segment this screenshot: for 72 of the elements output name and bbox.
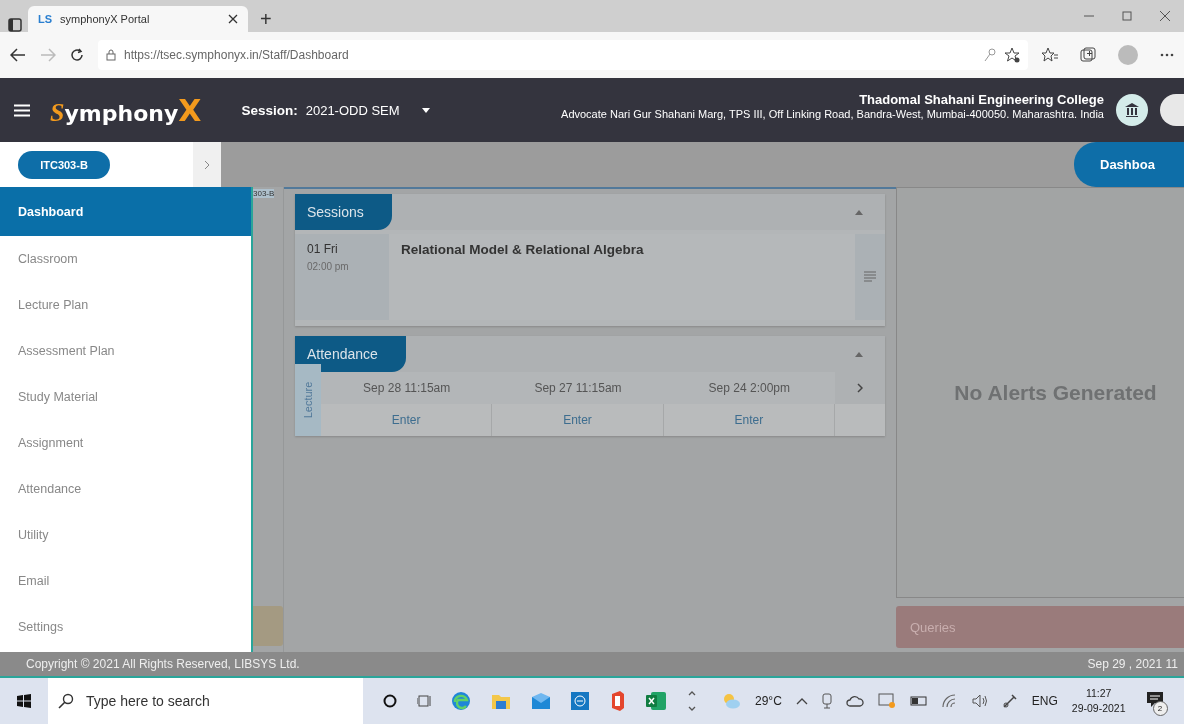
favorites-icon[interactable] [1042,47,1058,63]
collapse-caret-icon[interactable] [855,352,863,357]
clock-time: 11:27 [1085,686,1112,701]
dropdown-caret-icon[interactable] [421,107,430,113]
session-day: 01 Fri [307,242,377,256]
weather-icon [721,692,741,710]
meeting-icon[interactable] [821,693,832,709]
cortana-icon[interactable] [383,694,397,708]
enter-link[interactable]: Enter [663,404,835,436]
show-hidden-icons-icon[interactable] [795,697,808,705]
sidebar-item[interactable]: Dashboard [0,187,251,236]
spreadsheet-icon[interactable] [645,691,667,711]
refresh-icon[interactable] [70,48,84,62]
background-card [253,606,283,646]
enter-link[interactable]: Enter [492,404,664,436]
language-indicator[interactable]: ENG [1031,694,1058,708]
search-icon [58,693,74,709]
row-label: Lecture [295,364,321,436]
chevron-right-icon [204,159,210,170]
college-address: Advocate Nari Gur Shahani Marg, TPS III, Off Linking Road, Bandra-West, Mumbai-400050. Maharashtra. India [561,108,1104,120]
footer-date: Sep 29 , 2021 11 [1087,657,1178,671]
edge-browser-icon[interactable] [451,691,471,711]
clock-date: 29-09-2021 [1071,701,1126,716]
window-icon[interactable] [8,18,22,32]
app-tile-icon[interactable] [571,692,589,710]
collections-icon[interactable] [1080,47,1096,63]
attendance-date: Sep 28 11:15am [362,380,452,397]
card-title: Sessions [295,194,392,230]
back-icon[interactable] [10,48,26,62]
browser-tab[interactable]: LS symphonyX Portal [28,6,248,32]
tab-title: symphonyX Portal [60,13,151,25]
symphonyx-logo: SymphonyX [50,92,202,128]
url-text: https://tsec.symphonyx.in/Staff/Dashboard [124,48,349,62]
session-value[interactable]: 2021-ODD SEM [305,102,400,118]
taskbar-search-field[interactable]: Type here to search [48,678,363,724]
attendance-date: Sep 27 11:15am [533,380,623,397]
dashboard-tab[interactable]: Dashboa [1074,142,1184,187]
lock-icon [106,49,116,61]
windows-start-icon[interactable] [17,694,31,708]
course-label: 303-B [253,189,275,198]
college-name: Thadomal Shahani Engineering College [858,92,1104,107]
battery-icon[interactable] [909,696,928,706]
menu-icon[interactable] [14,103,30,117]
favicon-text: LS [38,13,53,25]
office-icon[interactable] [609,691,625,711]
enter-link[interactable]: Enter [321,404,493,436]
address-bar[interactable]: https://tsec.symphonyx.in/Staff/Dashboard [98,40,1028,70]
close-icon[interactable] [228,14,238,24]
search-placeholder: Type here to search [86,693,210,709]
course-chip[interactable]: ITC303-B [18,150,110,179]
session-time: 02:00 pm [307,261,350,272]
user-avatar[interactable] [1160,94,1184,126]
scroll-arrows-icon[interactable] [687,689,697,713]
taskbar-clock[interactable]: 11:27 29-09-2021 [1071,686,1126,716]
collapse-caret-icon[interactable] [855,210,863,215]
institution-icon[interactable] [1116,94,1148,126]
pen-icon[interactable] [1001,693,1018,709]
chevron-right-icon [857,383,863,393]
more-icon[interactable] [1160,53,1174,57]
mail-icon[interactable] [531,693,551,709]
temperature-text: 29°C [755,694,782,708]
speaker-icon[interactable] [971,694,988,708]
star-add-icon[interactable] [1004,47,1020,63]
session-label: Session: [241,102,298,118]
attendance-date: Sep 24 2:00pm [707,380,791,397]
copyright-text: Copyright © 2021 All Rights Reserved, LIBSYS Ltd. [26,657,300,671]
new-tab-button[interactable]: + [254,6,278,32]
cloud-icon[interactable] [845,695,864,707]
maximize-icon[interactable] [1122,11,1132,21]
card-title: Attendance [295,336,406,372]
wifi-icon[interactable] [941,694,958,708]
folder-icon[interactable] [491,692,511,710]
